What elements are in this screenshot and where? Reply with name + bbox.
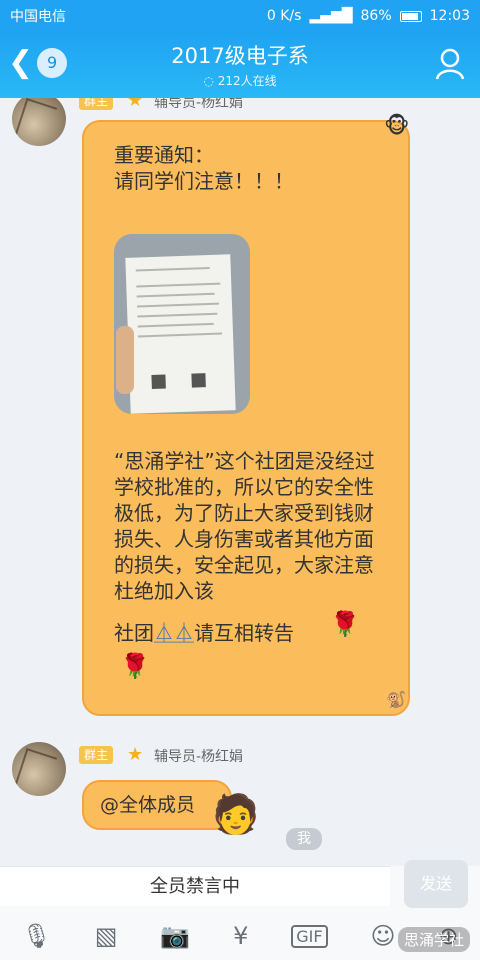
owner-tag: 群主 bbox=[79, 746, 114, 764]
group-profile-icon[interactable] bbox=[432, 46, 468, 82]
message-tail: 社团⏅⏅请互相转告 bbox=[114, 621, 294, 645]
qr-code-icon bbox=[151, 374, 166, 390]
message-bubble[interactable]: 重要通知： 请同学们注意！！！ “思涌学社”这个社团是没经过学校批准的，所以它的… bbox=[82, 114, 410, 716]
network-speed: 0 K/s bbox=[266, 8, 302, 24]
signal-icon: ▂▄▆█ bbox=[309, 8, 353, 24]
sender-avatar[interactable] bbox=[12, 742, 66, 796]
chat-header: ❮ 9 2017级电子系 ◌ 212人在线 bbox=[0, 32, 480, 98]
message-text: @全体成员 bbox=[100, 794, 196, 816]
notice-photo[interactable] bbox=[114, 234, 250, 414]
star-icon: ★ bbox=[127, 744, 144, 765]
input-area: 全员禁言中 发送 🎙 ▧ 📷 ¥ GIF ☺ ⊕ 思涌学社 bbox=[0, 860, 480, 960]
monkey-icon: 🐒 bbox=[386, 690, 406, 709]
battery-icon bbox=[399, 10, 422, 22]
hand-image bbox=[116, 326, 134, 394]
cartoon-avatar-icon: 🧑 bbox=[212, 792, 260, 836]
notice-paper bbox=[125, 254, 236, 414]
chat-area[interactable]: 群主 ★ 辅导员-杨红娟 重要通知： 请同学们注意！！！ “思涌学社”这个社团是… bbox=[0, 98, 480, 866]
qr-code-icon bbox=[191, 373, 206, 388]
rose-icon: 🌹 bbox=[330, 610, 360, 638]
star-icon: ★ bbox=[127, 98, 144, 111]
message-body: “思涌学社”这个社团是没经过学校批准的，所以它的安全性极低，为了防止大家受到钱财… bbox=[114, 449, 375, 603]
battery-percent: 86% bbox=[360, 8, 392, 24]
status-bar: 中国电信 0 K/s ▂▄▆█ 86% 12:03 bbox=[0, 0, 480, 32]
sender-name[interactable]: 辅导员-杨红娟 bbox=[154, 746, 243, 766]
emoji-icon[interactable]: ☺ bbox=[370, 922, 395, 950]
rose-icon: 🌹 bbox=[120, 652, 150, 680]
self-label: 我 bbox=[286, 828, 322, 850]
gif-icon[interactable]: GIF bbox=[291, 924, 328, 948]
sender-avatar[interactable] bbox=[12, 98, 66, 146]
owner-tag: 群主 bbox=[79, 98, 114, 110]
send-button[interactable]: 发送 bbox=[404, 860, 468, 908]
status-icons: 0 K/s ▂▄▆█ 86% 12:03 bbox=[267, 8, 470, 24]
source-watermark: 思涌学社 bbox=[397, 927, 470, 952]
group-title: 2017级电子系 bbox=[171, 44, 309, 68]
camera-icon[interactable]: 📷 bbox=[160, 922, 190, 950]
message-bubble[interactable]: @全体成员 bbox=[82, 780, 232, 830]
sender-name[interactable]: 辅导员-杨红娟 bbox=[154, 98, 243, 112]
message-title: 重要通知： 请同学们注意！！！ bbox=[114, 143, 294, 193]
candle-icon: ⏅⏅ bbox=[154, 621, 194, 645]
red-packet-icon[interactable]: ¥ bbox=[233, 922, 248, 950]
message-input[interactable]: 全员禁言中 bbox=[0, 866, 390, 906]
online-icon: ◌ bbox=[203, 74, 218, 88]
monkey-icon: 🐵 bbox=[384, 114, 410, 139]
online-count: ◌ 212人在线 bbox=[203, 74, 277, 88]
clock: 12:03 bbox=[429, 8, 470, 24]
image-icon[interactable]: ▧ bbox=[95, 922, 118, 950]
carrier-name: 中国电信 bbox=[10, 9, 66, 25]
microphone-icon[interactable]: 🎙 bbox=[21, 922, 51, 950]
